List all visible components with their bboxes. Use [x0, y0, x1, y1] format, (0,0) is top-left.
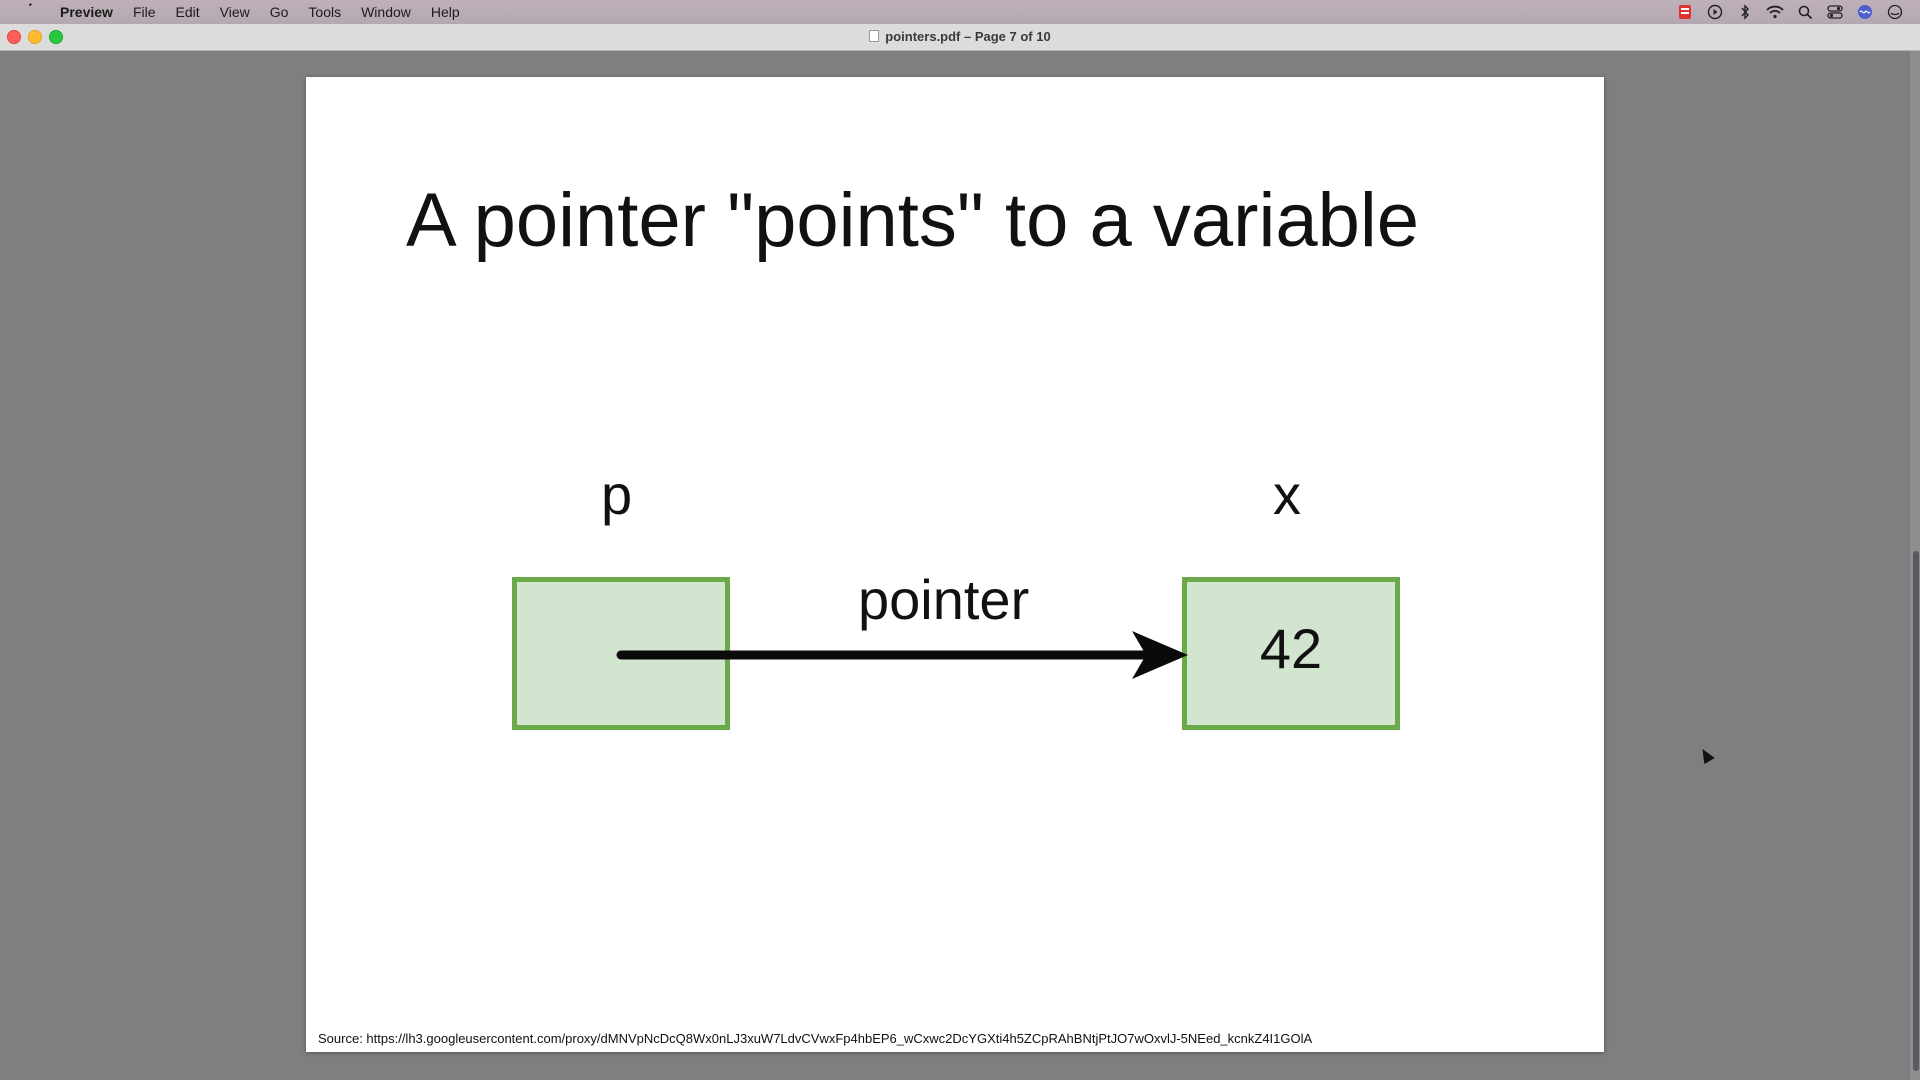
pointer-arrow	[616, 631, 1188, 679]
menu-edit[interactable]: Edit	[166, 0, 210, 24]
wifi-icon[interactable]	[1766, 4, 1784, 20]
menu-view[interactable]: View	[210, 0, 260, 24]
status-icons	[1676, 0, 1904, 24]
control-center-icon[interactable]	[1826, 4, 1844, 20]
siri-icon[interactable]	[1856, 4, 1874, 20]
bluetooth-icon[interactable]	[1736, 4, 1754, 20]
source-citation: Source: https://lh3.googleusercontent.co…	[318, 1031, 1313, 1046]
apple-menu-icon[interactable]	[14, 3, 44, 21]
screen-record-icon[interactable]	[1676, 4, 1694, 20]
window-titlebar: pointers.pdf – Page 7 of 10	[0, 24, 1920, 51]
menu-app-preview[interactable]: Preview	[50, 0, 123, 24]
pdf-page: A pointer "points" to a variable p x 42 …	[306, 77, 1604, 1052]
scrollbar-thumb[interactable]	[1913, 551, 1919, 1071]
menu-go[interactable]: Go	[260, 0, 299, 24]
menu-help[interactable]: Help	[421, 0, 470, 24]
window-title: pointers.pdf – Page 7 of 10	[0, 24, 1920, 50]
menu-tools[interactable]: Tools	[298, 0, 351, 24]
vertical-scrollbar[interactable]	[1910, 51, 1920, 1080]
menu-window[interactable]: Window	[351, 0, 421, 24]
menu-bar: Preview File Edit View Go Tools Window H…	[0, 0, 1920, 24]
window-title-text: pointers.pdf – Page 7 of 10	[885, 29, 1051, 44]
search-icon[interactable]	[1796, 4, 1814, 20]
pdf-document-icon	[869, 30, 880, 42]
document-viewport[interactable]: A pointer "points" to a variable p x 42 …	[0, 51, 1920, 1080]
play-icon[interactable]	[1706, 4, 1724, 20]
user-icon[interactable]	[1886, 4, 1904, 20]
menu-file[interactable]: File	[123, 0, 166, 24]
